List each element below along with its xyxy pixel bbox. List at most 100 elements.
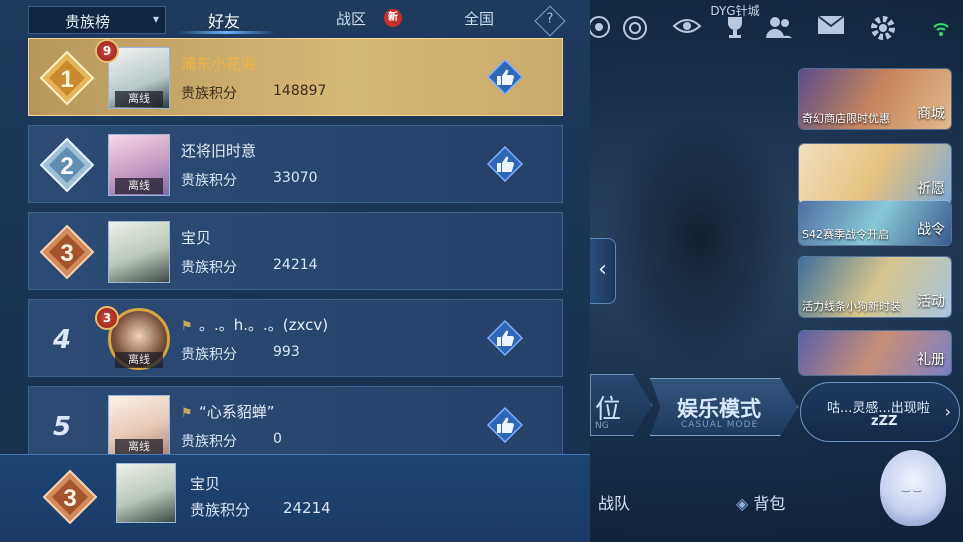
self-avatar[interactable] xyxy=(116,463,176,523)
offline-status: 离线 xyxy=(115,91,163,107)
offline-status: 离线 xyxy=(115,178,163,194)
score-value: 33070 xyxy=(273,170,318,186)
pet-speech-bubble[interactable]: 咕...灵感...出现啦 zZZ › xyxy=(800,382,960,442)
gold-rank-badge: 1 xyxy=(39,50,95,106)
player-name: 还将旧时意 xyxy=(181,142,257,160)
thumbs-up-icon[interactable] xyxy=(487,320,523,356)
event-card-caption: 活力线条小狗新时装 xyxy=(802,300,901,313)
gift-card[interactable]: 礼册 xyxy=(798,330,952,376)
leaderboard-tabs: 贵族榜 ▾ 好友 战区 新 全国 ? xyxy=(0,0,590,38)
self-rank-number: 3 xyxy=(63,485,76,512)
chevron-right-icon: › xyxy=(944,402,951,421)
collapse-panel-button[interactable]: ‹ xyxy=(590,238,616,304)
silver-rank-badge: 2 xyxy=(39,137,95,193)
pet-mascot[interactable]: ‿ ‿ xyxy=(880,450,946,526)
tab-national[interactable]: 全国 xyxy=(464,8,494,29)
gift-card-tag: 礼册 xyxy=(917,352,945,368)
wifi-icon xyxy=(930,20,952,42)
chevron-down-icon: ▾ xyxy=(152,12,159,26)
help-button[interactable]: ? xyxy=(534,5,566,37)
flag-icon: ⚑ xyxy=(181,319,193,334)
self-score-value: 24214 xyxy=(283,499,331,517)
trophy-icon[interactable] xyxy=(720,14,750,44)
player-name: ⚑ “心系貂蝉” xyxy=(181,401,275,422)
backpack-icon: ◈ xyxy=(736,494,754,513)
player-name: ⚑ 。.。h.。.。(zxcv) xyxy=(181,314,328,335)
battlepass-card-caption: S42赛季战令开启 xyxy=(802,228,889,241)
tab-friends[interactable]: 好友 xyxy=(208,8,240,32)
leaderboard-row-2[interactable]: 2 离线 还将旧时意 贵族积分 33070 xyxy=(28,125,563,203)
casual-mode-title: 娱乐模式 xyxy=(677,397,761,421)
rank-2-number: 2 xyxy=(60,153,73,180)
leaderboard-row-3[interactable]: 3 宝贝 贵族积分 24214 xyxy=(28,212,563,290)
help-icon: ? xyxy=(546,11,554,27)
level-badge: 3 xyxy=(95,306,119,330)
leaderboard-panel: 贵族榜 ▾ 好友 战区 新 全国 ? 1 9 离线 浦东小花海 贵族积分 148… xyxy=(0,0,590,542)
speech-line-2: zZZ xyxy=(871,414,898,429)
score-value: 148897 xyxy=(273,83,327,99)
shop-card-tag: 商城 xyxy=(917,106,945,122)
ranked-mode-sub: NG xyxy=(595,421,609,431)
wish-card[interactable]: 祈愿 xyxy=(798,143,952,205)
shop-card-caption: 奇幻商店限时优惠 xyxy=(802,112,890,125)
player-name-text: 。.。h.。.。(zxcv) xyxy=(199,316,329,334)
offline-status: 离线 xyxy=(115,439,163,455)
player-name: 浦东小花海 xyxy=(181,55,257,73)
shop-card[interactable]: 商城 奇幻商店限时优惠 xyxy=(798,68,952,130)
score-label: 贵族积分 xyxy=(181,260,237,276)
wish-card-tag: 祈愿 xyxy=(917,181,945,197)
score-value: 24214 xyxy=(273,257,318,273)
score-label: 贵族积分 xyxy=(181,347,237,363)
gear-icon[interactable] xyxy=(868,14,898,44)
level-badge: 9 xyxy=(95,39,119,63)
event-card[interactable]: 活动 活力线条小狗新时装 xyxy=(798,256,952,318)
ranked-mode-button[interactable]: 位 NG xyxy=(590,374,652,436)
bronze-rank-badge: 3 xyxy=(39,224,95,280)
score-value: 993 xyxy=(273,344,300,360)
team-tab[interactable]: 战队 xyxy=(598,490,630,520)
mail-icon[interactable] xyxy=(816,14,846,44)
self-name: 宝贝 xyxy=(190,475,221,493)
backpack-tab-label: 背包 xyxy=(753,494,786,513)
tab-friends-label: 好友 xyxy=(208,12,241,31)
battlepass-card-tag: 战令 xyxy=(917,222,945,238)
tab-region[interactable]: 战区 xyxy=(336,8,366,29)
hero-artwork xyxy=(600,110,800,370)
rank-4-number: 4 xyxy=(52,325,72,355)
leaderboard-row-4[interactable]: 4 3 离线 ⚑ 。.。h.。.。(zxcv) 贵族积分 993 xyxy=(28,299,563,377)
score-label: 贵族积分 xyxy=(190,501,251,519)
backpack-tab[interactable]: ◈ 背包 xyxy=(736,490,785,520)
battlepass-card[interactable]: 战令 S42赛季战令开启 xyxy=(798,200,952,246)
player-name: 宝贝 xyxy=(181,229,212,247)
offline-status: 离线 xyxy=(115,352,163,368)
thumbs-up-icon[interactable] xyxy=(487,407,523,443)
pet-face-icon: ‿ ‿ xyxy=(902,482,922,493)
casual-mode-button[interactable]: 娱乐模式 CASUAL MODE xyxy=(650,378,798,436)
thumbs-up-icon[interactable] xyxy=(487,146,523,182)
radar-icon[interactable] xyxy=(620,14,650,44)
player-name-text: “心系貂蝉” xyxy=(199,403,275,421)
score-label: 贵族积分 xyxy=(181,173,237,189)
eye-icon[interactable] xyxy=(672,14,702,44)
board-type-dropdown[interactable]: 贵族榜 ▾ xyxy=(28,6,166,34)
rank-5-number: 5 xyxy=(52,412,72,442)
leaderboard-row-5[interactable]: 5 离线 ⚑ “心系貂蝉” 贵族积分 0 xyxy=(28,386,563,464)
rank-3-number: 3 xyxy=(60,240,73,267)
new-badge: 新 xyxy=(384,9,402,27)
tab-national-label: 全国 xyxy=(464,10,495,28)
score-label: 贵族积分 xyxy=(181,434,237,450)
score-label: 贵族积分 xyxy=(181,86,237,102)
bronze-rank-badge: 3 xyxy=(42,469,98,525)
team-tab-label: 战队 xyxy=(598,494,631,513)
leaderboard-row-1[interactable]: 1 9 离线 浦东小花海 贵族积分 148897 xyxy=(28,38,563,116)
thumbs-up-icon[interactable] xyxy=(487,59,523,95)
tab-region-label: 战区 xyxy=(336,10,367,28)
active-tab-indicator xyxy=(176,31,276,34)
avatar[interactable] xyxy=(108,221,170,283)
event-card-tag: 活动 xyxy=(917,294,945,310)
rank-1-number: 1 xyxy=(60,66,73,93)
friends-icon[interactable] xyxy=(764,14,794,44)
score-value: 0 xyxy=(273,431,282,447)
casual-mode-sub: CASUAL MODE xyxy=(681,420,759,430)
board-type-label: 贵族榜 xyxy=(65,13,111,31)
